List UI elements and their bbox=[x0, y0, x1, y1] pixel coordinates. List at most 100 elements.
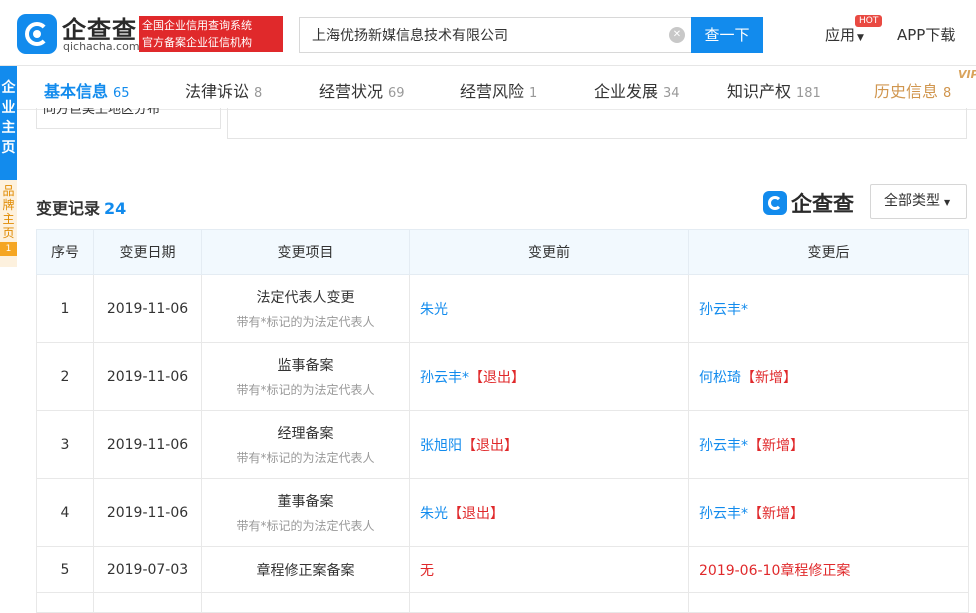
cell-before: 无 bbox=[409, 546, 689, 593]
cell-date: 2019-11-06 bbox=[93, 342, 202, 411]
cell-no: 5 bbox=[36, 546, 94, 593]
nav-app-menu[interactable]: 应用 ▼ bbox=[825, 24, 864, 45]
person-link[interactable]: 孙云丰* bbox=[699, 438, 748, 454]
tab-count: 8 bbox=[943, 86, 952, 101]
nav-app-label: 应用 bbox=[825, 26, 856, 44]
tab-label: 历史信息 bbox=[874, 82, 939, 101]
type-filter-dropdown[interactable]: 全部类型 ▼ bbox=[870, 184, 967, 219]
tab-ip[interactable]: 知识产权 181 bbox=[727, 78, 821, 102]
cell-item: 章程修正案备案 bbox=[201, 546, 410, 593]
qichacha-watermark-icon bbox=[763, 191, 787, 215]
search-box: ✕ bbox=[299, 17, 691, 53]
item-note: 带有*标记的为法定代表人 bbox=[236, 519, 375, 533]
tag-exit: 【退出】 bbox=[448, 505, 504, 522]
item-note: 带有*标记的为法定代表人 bbox=[236, 451, 375, 465]
item-title: 章程修正案备案 bbox=[256, 562, 355, 579]
cell-item: 法定代表人变更带有*标记的为法定代表人 bbox=[201, 274, 410, 343]
person-link[interactable]: 孙云丰* bbox=[699, 506, 748, 522]
table-header-row: 序号 变更日期 变更项目 变更前 变更后 bbox=[36, 229, 969, 275]
tab-count: 181 bbox=[796, 86, 821, 101]
item-note: 带有*标记的为法定代表人 bbox=[236, 315, 375, 329]
cell-date: 2019-11-06 bbox=[93, 478, 202, 547]
header-item: 变更项目 bbox=[201, 229, 410, 275]
qichacha-logo-icon[interactable] bbox=[17, 14, 57, 54]
caret-down-icon: ▼ bbox=[944, 198, 951, 207]
header-after: 变更后 bbox=[688, 229, 969, 275]
cell-item: 经理备案带有*标记的为法定代表人 bbox=[201, 410, 410, 479]
tab-history[interactable]: 历史信息 8 bbox=[874, 78, 951, 102]
person-link[interactable]: 张旭阳 bbox=[420, 438, 462, 454]
tab-label: 经营风险 bbox=[460, 82, 525, 101]
tab-legal[interactable]: 法律诉讼 8 bbox=[185, 78, 262, 102]
item-note: 带有*标记的为法定代表人 bbox=[236, 383, 375, 397]
cell-before: 朱光【退出】 bbox=[409, 478, 689, 547]
item-title: 监事备案 bbox=[277, 358, 334, 374]
person-link[interactable]: 孙云丰* bbox=[420, 370, 469, 386]
search-input[interactable] bbox=[300, 18, 691, 52]
hot-badge: HOT bbox=[855, 15, 883, 27]
table-row: 3 2019-11-06 经理备案 带有*标记的为法定代表人 张旭阳【退出】 孙云… bbox=[36, 410, 969, 479]
side-brand-label: 品牌主页 bbox=[2, 184, 15, 240]
after-value[interactable]: 2019-06-10章程修正案 bbox=[699, 563, 850, 579]
item-title: 经理备案 bbox=[277, 426, 334, 442]
cell-before: 朱光 bbox=[409, 274, 689, 343]
cell-before: 孙云丰*【退出】 bbox=[409, 342, 689, 411]
slogan-line-1: 全国企业信用查询系统 bbox=[142, 19, 252, 32]
cell-item: 董事备案 带有*标记的为法定代表人 bbox=[201, 478, 410, 547]
tab-bar: 基本信息 65 法律诉讼 8 经营状况 69 经营风险 1 企业发展 34 知识产权 181… bbox=[17, 66, 976, 110]
cell-date: 2019-07-03 bbox=[93, 546, 202, 593]
top-header: 企查查 qichacha.com 全国企业信用查询系统 官方备案企业征信机构 ✕… bbox=[0, 0, 976, 66]
tag-exit: 【退出】 bbox=[462, 437, 518, 454]
side-tab-company-home[interactable]: 企业主页 bbox=[0, 66, 17, 180]
nav-app-download[interactable]: APP下载 bbox=[897, 24, 955, 45]
slogan-badge: 全国企业信用查询系统 官方备案企业征信机构 bbox=[139, 16, 283, 52]
tag-added: 【新增】 bbox=[748, 437, 804, 454]
item-title: 法定代表人变更 bbox=[256, 290, 355, 306]
side-tab-brand-home[interactable]: 品牌主页 1 bbox=[0, 180, 17, 267]
tab-count: 69 bbox=[388, 86, 405, 101]
person-link[interactable]: 何松琦 bbox=[699, 370, 741, 386]
tab-label: 知识产权 bbox=[727, 82, 792, 101]
cell-after: 2019-06-10章程修正案 bbox=[688, 546, 969, 593]
chevron-down-icon: ▼ bbox=[857, 33, 864, 43]
search-button[interactable]: 查一下 bbox=[691, 17, 763, 53]
tab-label: 经营状况 bbox=[319, 82, 384, 101]
prev-section-box-right bbox=[227, 108, 967, 139]
tab-risk[interactable]: 经营风险 1 bbox=[460, 78, 537, 102]
cell-date: 2019-11-06 bbox=[93, 274, 202, 343]
cell-after: 孙云丰* bbox=[688, 274, 969, 343]
header-before: 变更前 bbox=[409, 229, 689, 275]
header-date: 变更日期 bbox=[93, 229, 202, 275]
tag-exit: 【退出】 bbox=[469, 369, 525, 386]
tab-label: 企业发展 bbox=[594, 82, 659, 101]
side-brand-count: 1 bbox=[0, 242, 17, 256]
cell-after: 何松琦【新增】 bbox=[688, 342, 969, 411]
tab-operations[interactable]: 经营状况 69 bbox=[319, 78, 405, 102]
tab-development[interactable]: 企业发展 34 bbox=[594, 78, 680, 102]
watermark-text: 企查查 bbox=[791, 192, 854, 216]
table-row: 1 2019-11-06 法定代表人变更 带有*标记的为法定代表人 朱光 孙云丰* bbox=[36, 274, 969, 343]
logo-domain: qichacha.com bbox=[63, 40, 140, 53]
before-value: 无 bbox=[420, 562, 434, 579]
vip-badge: VIP bbox=[958, 68, 976, 81]
slogan-line-2: 官方备案企业征信机构 bbox=[142, 36, 252, 49]
tag-added: 【新增】 bbox=[748, 505, 804, 522]
person-link[interactable]: 朱光 bbox=[420, 506, 448, 522]
clear-icon[interactable]: ✕ bbox=[669, 27, 685, 43]
person-link[interactable]: 朱光 bbox=[420, 302, 448, 318]
table-row: 5 2019-07-03 章程修正案备案 无 2019-06-10章程修正案 bbox=[36, 546, 969, 593]
prev-section-box: 同方巨昊上地区分布 bbox=[36, 108, 221, 129]
table-row: 2 2019-11-06 监事备案带有*标记的为法定代表人 孙云丰*【退出】 何… bbox=[36, 342, 969, 411]
tab-count: 1 bbox=[529, 86, 538, 101]
person-link[interactable]: 孙云丰* bbox=[699, 302, 748, 318]
tag-added: 【新增】 bbox=[741, 369, 797, 386]
section-title-text: 变更记录 bbox=[36, 199, 101, 218]
tab-count: 65 bbox=[113, 86, 130, 101]
cell-no: 2 bbox=[36, 342, 94, 411]
cell-item: 监事备案带有*标记的为法定代表人 bbox=[201, 342, 410, 411]
change-record-table: 序号 变更日期 变更项目 变更前 变更后 1 2019-11-06 法定代表人变… bbox=[36, 229, 969, 613]
tab-count: 34 bbox=[663, 86, 680, 101]
tab-label: 基本信息 bbox=[44, 82, 109, 101]
cell-date: 2019-11-06 bbox=[93, 410, 202, 479]
tab-basic-info[interactable]: 基本信息 65 bbox=[44, 78, 130, 102]
